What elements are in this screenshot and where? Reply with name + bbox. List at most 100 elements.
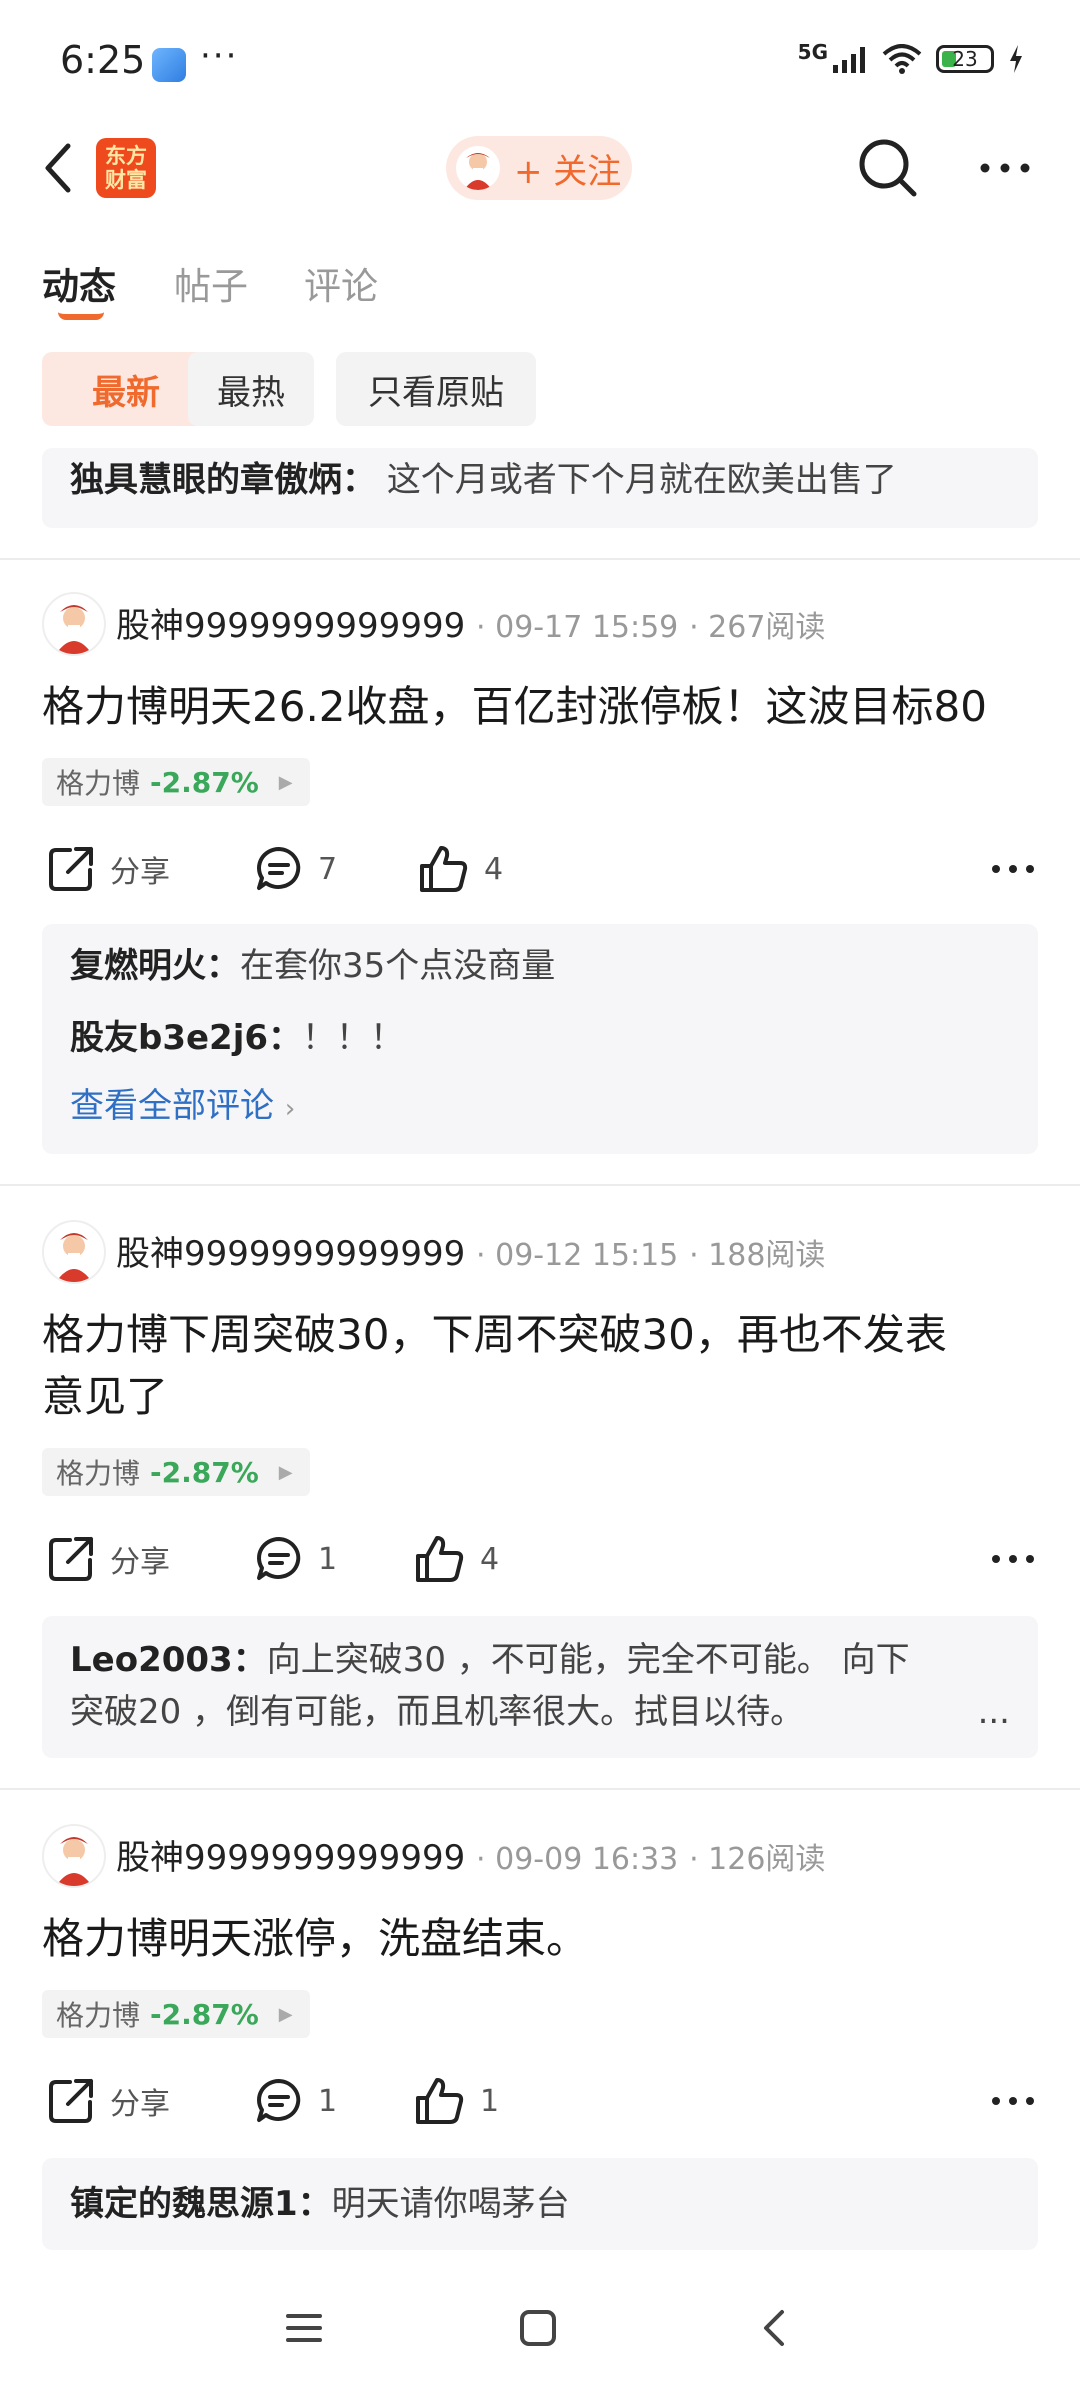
comment-icon [257,2079,301,2122]
comment-count: 1 [318,1541,338,1577]
logo-line1: 东方 [105,144,147,168]
divider [0,1788,1080,1790]
network-label: 5G [797,40,828,64]
stock-name: 格力博 [56,1999,141,2032]
comment-button[interactable]: 1 [254,2076,337,2126]
like-button[interactable]: 4 [414,1534,499,1584]
comment-text: 在套你35个点没商量 [240,946,556,986]
nav-back-icon[interactable] [754,2308,794,2348]
comment-text: 这个月或者下个月就在欧美出售了 [386,460,897,500]
wifi-icon [882,44,922,74]
view-all-comments-link[interactable]: 查看全部评论 › [70,1080,1010,1135]
comment-icon [257,847,301,890]
chevron-right-icon: ▶ [278,771,293,793]
status-more-indicator: ··· [200,36,239,76]
comment-author[interactable]: 复燃明火 [70,946,206,986]
search-icon[interactable] [856,136,920,200]
stock-tag[interactable]: 格力博 -2.87% ▶ [42,758,310,806]
share-icon [49,847,93,891]
menu-icon[interactable] [284,2308,324,2348]
comment-author[interactable]: Leo2003 [70,1640,233,1680]
status-icons: 5G 23 [798,40,1024,74]
post-meta: 股神9999999999999 · 09-09 16:33 · 126阅读 [116,1838,826,1878]
post-title[interactable]: 格力博明天涨停，洗盘结束。 [42,1908,1042,1970]
follow-button[interactable]: + 关注 [446,136,632,200]
stock-tag[interactable]: 格力博 -2.87% ▶ [42,1990,310,2038]
like-button[interactable]: 1 [414,2076,499,2126]
post-reads: 126阅读 [708,1842,826,1877]
stock-name: 格力博 [56,767,141,800]
user-avatar-icon [42,1824,106,1888]
comment-text: 明天请你喝茅台 [331,2184,570,2224]
active-tab-indicator [58,312,104,320]
comment-line: Leo2003：向上突破30 ，不可能，完全不可能。 向下 [70,1640,910,1680]
post-avatar[interactable] [42,592,106,656]
stock-change: -2.87% [150,1997,259,2031]
comment-author[interactable]: 独具慧眼的章傲炳 [70,460,342,500]
comment-author[interactable]: 股友b3e2j6 [70,1018,268,1058]
comment-text: 向上突破30 ，不可能，完全不可能。 向下 [266,1640,910,1680]
post-title[interactable]: 格力博下周突破30，下周不突破30，再也不发表 意见了 [42,1304,1042,1428]
like-count: 1 [480,2083,500,2119]
comment-line: 突破20 ，倒有可能，而且机率很大。拭目以待。 ... [70,1686,1010,1738]
post-more-icon[interactable] [990,862,1036,876]
home-icon[interactable] [518,2308,558,2348]
comment-box: Leo2003：向上突破30 ，不可能，完全不可能。 向下 突破20 ，倒有可能… [42,1616,1038,1758]
thumbs-up-icon [420,846,468,892]
like-button[interactable]: 4 [418,844,503,894]
thumbs-up-icon [416,1536,464,1582]
tab-posts[interactable]: 帖子 [174,256,248,310]
comment-author[interactable]: 镇定的魏思源1 [70,2184,298,2224]
filter-original-only[interactable]: 只看原贴 [336,352,536,426]
user-avatar-icon [456,146,500,190]
back-icon[interactable] [36,140,86,196]
stock-change: -2.87% [150,765,259,799]
follow-label: + 关注 [514,151,622,192]
post-author[interactable]: 股神9999999999999 [116,1838,465,1878]
share-button[interactable]: 分享 [46,2076,170,2126]
comment-box: 复燃明火：在套你35个点没商量 股友b3e2j6：！！！ 查看全部评论 › [42,924,1038,1154]
stock-tag[interactable]: 格力博 -2.87% ▶ [42,1448,310,1496]
divider [0,1184,1080,1186]
post-author[interactable]: 股神9999999999999 [116,1234,465,1274]
share-button[interactable]: 分享 [46,844,170,894]
share-label: 分享 [110,2087,170,2122]
stock-change: -2.87% [150,1455,259,1489]
post-title[interactable]: 格力博明天26.2收盘，百亿封涨停板！这波目标80 [42,676,1042,738]
battery-icon: 23 [936,45,994,73]
post-title-line: 格力博下周突破30，下周不突破30，再也不发表 [42,1310,947,1359]
more-icon[interactable] [978,150,1032,186]
comment-line: 复燃明火：在套你35个点没商量 [70,946,556,986]
view-all-label: 查看全部评论 [70,1086,274,1126]
like-count: 4 [484,851,504,887]
post-avatar[interactable] [42,1824,106,1888]
post-more-icon[interactable] [990,1552,1036,1566]
expand-ellipsis[interactable]: ... [978,1686,1010,1738]
post-more-icon[interactable] [990,2094,1036,2108]
share-icon [49,2079,93,2123]
user-avatar-icon [42,592,106,656]
share-button[interactable]: 分享 [46,1534,170,1584]
comment-count: 1 [318,2083,338,2119]
share-label: 分享 [110,1545,170,1580]
divider [0,558,1080,560]
weather-app-icon [152,48,186,82]
post-title-line: 意见了 [42,1372,169,1421]
post-time: 09-09 16:33 [495,1842,679,1877]
comment-line: 股友b3e2j6：！！！ [70,1018,405,1058]
thumbs-up-icon [416,2078,464,2124]
comment-button[interactable]: 7 [254,844,337,894]
post-time: 09-17 15:59 [495,610,679,645]
post-avatar[interactable] [42,1220,106,1284]
post-meta: 股神9999999999999 · 09-12 15:15 · 188阅读 [116,1234,826,1274]
filter-latest[interactable]: 最新 [42,352,210,426]
share-label: 分享 [110,855,170,890]
filter-hot[interactable]: 最热 [188,352,314,426]
comment-box: 独具慧眼的章傲炳： 这个月或者下个月就在欧美出售了 [42,448,1038,528]
chevron-right-icon: ▶ [278,1461,293,1483]
post-reads: 188阅读 [708,1238,826,1273]
tab-comments[interactable]: 评论 [304,256,378,310]
comment-button[interactable]: 1 [254,1534,337,1584]
post-author[interactable]: 股神9999999999999 [116,606,465,646]
tab-dynamic[interactable]: 动态 [42,256,116,310]
